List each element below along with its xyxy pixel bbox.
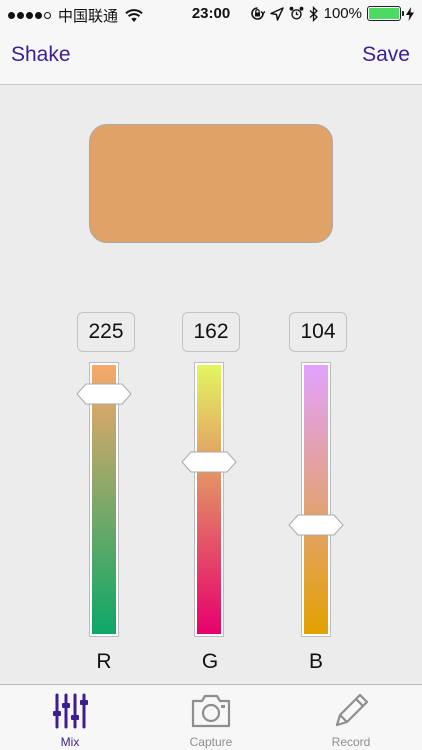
tab-mix-label: Mix bbox=[60, 735, 80, 749]
blue-slider-track[interactable] bbox=[301, 362, 331, 637]
battery-percent: 100% bbox=[323, 5, 362, 22]
sliders-icon bbox=[53, 693, 88, 729]
navigation-bar: Shake Save bbox=[0, 28, 422, 85]
status-bar: 中国联通 23:00 100% bbox=[0, 0, 422, 28]
blue-slider-thumb[interactable] bbox=[288, 514, 344, 536]
tab-bar: Mix Capture Record bbox=[0, 684, 422, 750]
tab-capture-label: Capture bbox=[189, 735, 233, 749]
red-value-box[interactable]: 225 bbox=[77, 312, 135, 352]
location-arrow-icon bbox=[269, 6, 284, 21]
color-swatch bbox=[89, 124, 333, 243]
green-gradient bbox=[197, 365, 221, 634]
save-button[interactable]: Save bbox=[362, 43, 410, 67]
battery-fill bbox=[369, 8, 399, 19]
orientation-lock-icon bbox=[250, 7, 265, 20]
blue-gradient bbox=[304, 365, 328, 634]
green-value-box[interactable]: 162 bbox=[182, 312, 240, 352]
camera-icon bbox=[191, 694, 231, 728]
tab-record[interactable]: Record bbox=[281, 685, 421, 750]
red-channel-label: R bbox=[96, 650, 112, 673]
shake-button[interactable]: Shake bbox=[11, 43, 71, 67]
red-slider-thumb[interactable] bbox=[76, 383, 132, 405]
green-channel-label: G bbox=[201, 650, 219, 673]
status-right: 100% bbox=[250, 5, 414, 22]
tab-capture[interactable]: Capture bbox=[141, 685, 281, 750]
battery-icon bbox=[367, 6, 404, 21]
blue-channel-label: B bbox=[308, 650, 323, 673]
pencil-icon bbox=[335, 693, 369, 727]
charging-bolt-icon bbox=[406, 6, 414, 21]
blue-value-box[interactable]: 104 bbox=[289, 312, 347, 352]
tab-record-label: Record bbox=[331, 735, 371, 749]
bluetooth-icon bbox=[309, 5, 318, 22]
green-slider-thumb[interactable] bbox=[181, 451, 237, 473]
alarm-clock-icon bbox=[289, 6, 304, 20]
tab-mix[interactable]: Mix bbox=[0, 685, 140, 750]
green-slider-track[interactable] bbox=[194, 362, 224, 637]
